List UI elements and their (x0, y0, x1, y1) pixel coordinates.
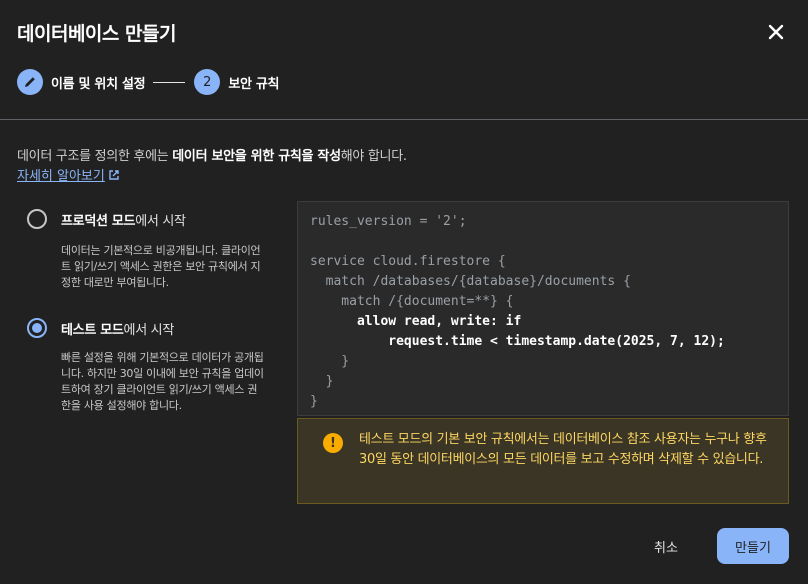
close-button[interactable] (762, 18, 790, 46)
step-2-indicator: 2 (194, 69, 221, 95)
learn-more-link[interactable]: 자세히 알아보기 (17, 165, 120, 184)
step-1-label: 이름 및 위치 설정 (51, 76, 146, 92)
external-link-icon (109, 169, 119, 180)
code-line-highlight: request.time < timestamp.date(2025, 7, 1… (310, 334, 725, 349)
warning-icon: ! (323, 433, 343, 453)
code-line-highlight: allow read, write: if (310, 314, 522, 329)
learn-more-label: 자세히 알아보기 (17, 169, 105, 184)
code-line: rules_version = '2'; (310, 214, 467, 229)
code-line: } (310, 354, 350, 369)
production-mode-title-bold: 프로덕션 모드 (61, 214, 136, 229)
dialog-header: 데이터베이스 만들기 이름 및 위치 설정 2 보안 규칙 (0, 0, 808, 120)
step-connector (153, 81, 186, 83)
intro-prefix: 데이터 구조를 정의한 후에는 (17, 149, 173, 164)
code-line: service cloud.firestore { (310, 254, 506, 269)
production-mode-desc: 데이터는 기본적으로 비공개됩니다. 클라이언트 읽기/쓰기 액세스 권한은 보… (61, 244, 261, 289)
close-icon (768, 24, 784, 40)
create-button[interactable]: 만들기 (717, 528, 789, 564)
stepper: 이름 및 위치 설정 2 보안 규칙 (17, 69, 279, 95)
test-mode-title: 테스트 모드에서 시작 (61, 319, 174, 338)
code-line: } (310, 394, 318, 409)
step-1-indicator (17, 69, 43, 95)
warning-text: 테스트 모드의 기본 보안 규칙에서는 데이터베이스 참조 사용자는 누구나 향… (359, 432, 767, 467)
intro-bold: 데이터 보안을 위한 규칙을 작성 (172, 149, 341, 164)
rules-code-editor: rules_version = '2'; service cloud.fires… (297, 201, 789, 416)
code-line: } (310, 374, 334, 389)
production-mode-title-rest: 에서 시작 (135, 214, 186, 229)
header-divider (0, 119, 808, 120)
test-mode-title-rest: 에서 시작 (123, 323, 175, 338)
code-line: match /{document=**} { (310, 294, 514, 309)
test-mode-title-bold: 테스트 모드 (61, 323, 124, 338)
step-2-label: 보안 규칙 (228, 76, 280, 92)
test-mode-desc: 빠른 설정을 위해 기본적으로 데이터가 공개됩니다. 하지만 30일 이내에 … (61, 351, 264, 412)
code-line: match /databases/{database}/documents { (310, 274, 631, 289)
test-mode-radio[interactable] (27, 318, 47, 338)
dialog-title: 데이터베이스 만들기 (17, 23, 176, 45)
pencil-icon (25, 77, 35, 87)
production-mode-title: 프로덕션 모드에서 시작 (61, 210, 186, 229)
intro-suffix: 해야 합니다. (340, 149, 407, 164)
production-mode-radio[interactable] (27, 209, 47, 229)
rules-code: rules_version = '2'; service cloud.fires… (310, 212, 725, 412)
cancel-button[interactable]: 취소 (640, 528, 692, 564)
warning-banner: ! 테스트 모드의 기본 보안 규칙에서는 데이터베이스 참조 사용자는 누구나… (297, 418, 789, 504)
intro-text: 데이터 구조를 정의한 후에는 데이터 보안을 위한 규칙을 작성해야 합니다. (17, 145, 407, 164)
